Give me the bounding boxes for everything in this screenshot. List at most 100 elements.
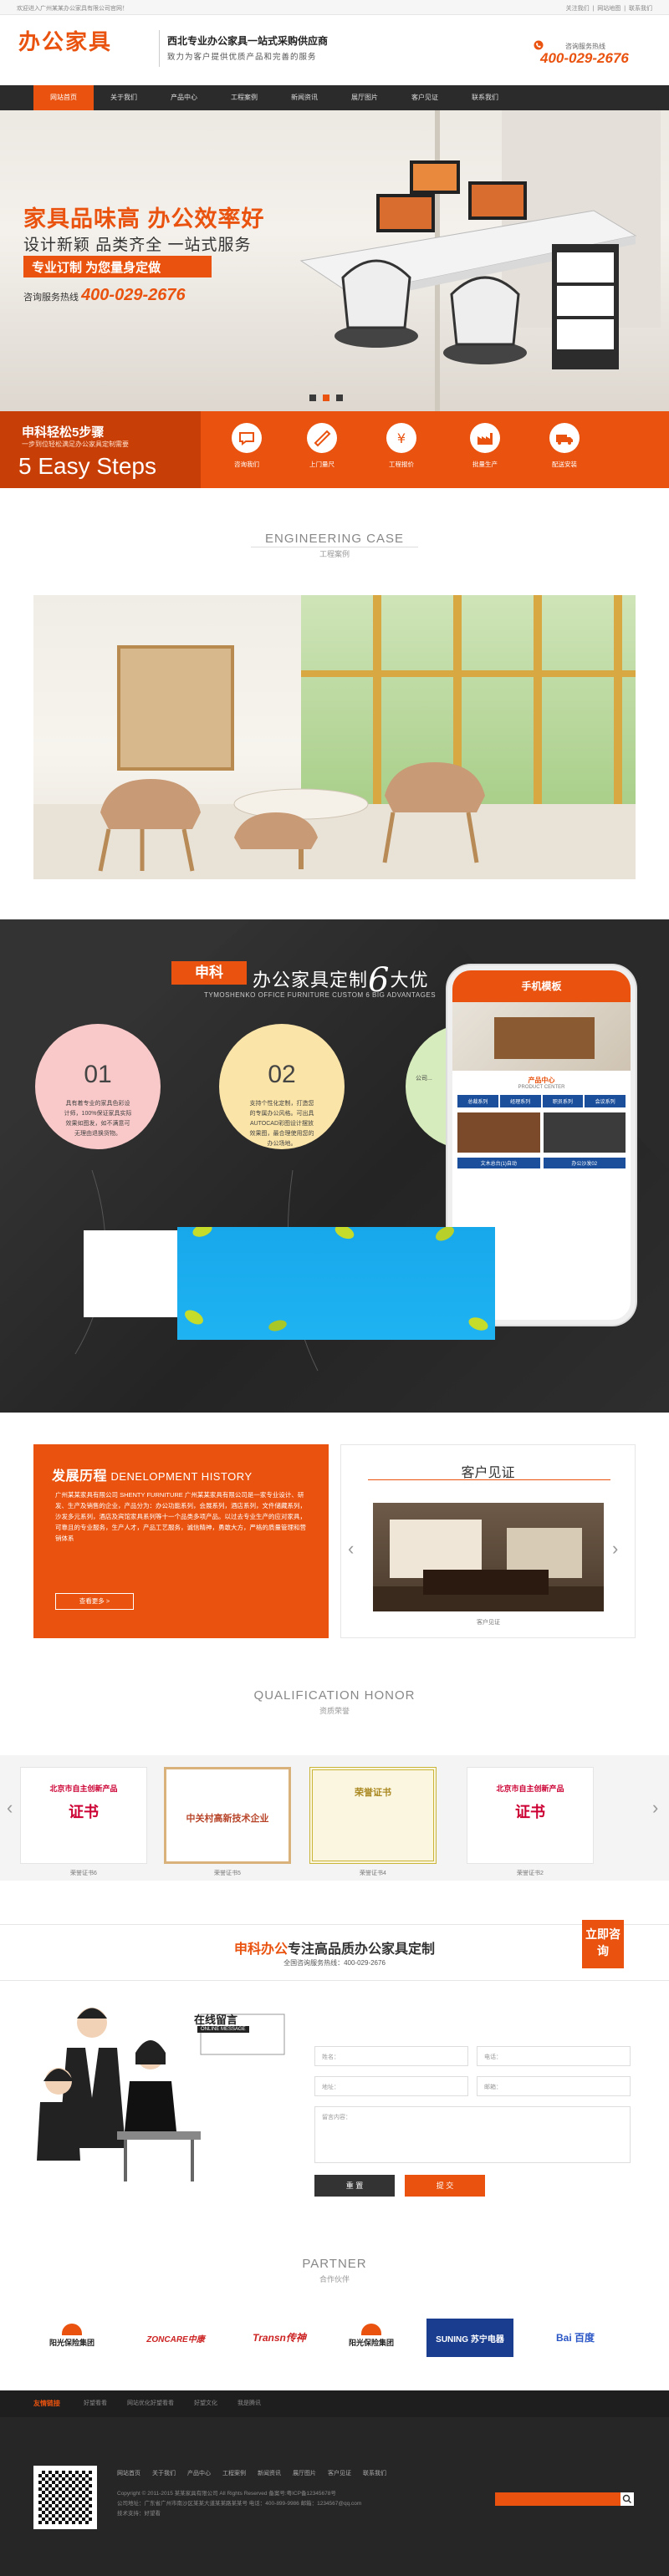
testimonial-image[interactable]: [373, 1503, 604, 1611]
advantage-number: 01: [84, 1061, 112, 1088]
honor-cert[interactable]: 中关村高新技术企业: [164, 1767, 291, 1864]
partner-name: Bai 百度: [555, 2332, 595, 2344]
nav-showroom[interactable]: 展厅图片: [334, 85, 395, 110]
nav-products[interactable]: 产品中心: [154, 85, 214, 110]
partner-name: ZONCARE中康: [146, 2335, 205, 2344]
prev-arrow-icon[interactable]: ‹: [348, 1538, 354, 1560]
qr-pattern: [38, 2471, 92, 2524]
step-measure[interactable]: 上门量尺: [289, 423, 355, 469]
mobile-captions-row: 文木总台(1)自动 办公沙发02: [452, 1158, 631, 1168]
mobile-tab[interactable]: 经理系列: [499, 1095, 541, 1107]
friend-link[interactable]: 好望文化: [194, 2399, 217, 2407]
qr-code: [33, 2466, 97, 2529]
honor-cert[interactable]: 北京市自主创新产品 证书: [467, 1767, 594, 1864]
nav-news[interactable]: 新闻资讯: [274, 85, 334, 110]
site-logo[interactable]: 办公家具: [18, 25, 112, 56]
footer-support: 技术支持：好望看: [117, 2511, 161, 2517]
cert-header: 北京市自主创新产品: [496, 1784, 564, 1793]
top-links[interactable]: 关注我们 | 网站地图 | 联系我们: [566, 4, 652, 13]
name-field[interactable]: 姓名：: [314, 2046, 468, 2066]
partner-title-cn: 合作伙伴: [319, 2275, 350, 2283]
truck-icon: [549, 423, 580, 453]
step-consult[interactable]: 咨询我们: [213, 423, 280, 469]
business-people-illustration: [37, 2008, 285, 2181]
history-desc: 广州某某家具有限公司 SHENTY FURNITURE 广州某某家具有限公司是一…: [55, 1491, 306, 1542]
mobile-product-image[interactable]: [457, 1112, 540, 1153]
consult-stamp[interactable]: 立即咨询: [582, 1920, 624, 1968]
footer-nav-item[interactable]: 新闻资讯: [258, 2469, 281, 2477]
message-sign-en: ONLINE MESSAGE: [197, 2026, 249, 2033]
mobile-tab[interactable]: 会议系列: [585, 1095, 626, 1107]
submit-button[interactable]: 提 交: [405, 2175, 485, 2197]
honor-prev-icon[interactable]: ‹: [7, 1797, 13, 1819]
step-label: 工程报价: [389, 461, 414, 468]
nav-contact[interactable]: 联系我们: [455, 85, 515, 110]
custom-hotline-label: 全国咨询服务热线：: [283, 1959, 345, 1967]
footer-nav-item[interactable]: 产品中心: [187, 2469, 211, 2477]
partner-name: SUNING 苏宁电器: [436, 2335, 504, 2344]
partner-logo[interactable]: SUNING 苏宁电器: [426, 2319, 513, 2357]
partner-logo[interactable]: ZONCARE中康: [125, 2319, 226, 2357]
message-sign: 在线留言: [194, 2014, 238, 2027]
nav-testimonials[interactable]: 客户见证: [395, 85, 455, 110]
case-image[interactable]: [33, 595, 636, 879]
step-quote[interactable]: ¥ 工程报价: [368, 423, 435, 469]
mobile-tab[interactable]: 总裁系列: [457, 1095, 498, 1107]
partner-logo[interactable]: Transn传神: [229, 2319, 329, 2357]
slider-dot-active[interactable]: [323, 395, 329, 401]
friend-link[interactable]: 我是腾讯: [237, 2399, 261, 2407]
partner-name: Transn传神: [253, 2332, 306, 2344]
friend-link[interactable]: 好望看看: [84, 2399, 107, 2407]
mobile-tabs: 总裁系列 经理系列 职员系列 会议系列: [452, 1090, 631, 1107]
footer-nav-item[interactable]: 联系我们: [363, 2469, 386, 2477]
email-field[interactable]: 邮箱：: [477, 2076, 631, 2096]
search-icon: [622, 2494, 632, 2504]
honor-next-icon[interactable]: ›: [652, 1797, 658, 1819]
svg-text:¥: ¥: [397, 430, 406, 446]
mobile-products-row: [452, 1107, 631, 1158]
footer-nav-item[interactable]: 网站首页: [117, 2469, 140, 2477]
nav-home[interactable]: 网站首页: [33, 85, 94, 110]
factory-icon: [470, 423, 500, 453]
footer-nav-item[interactable]: 客户见证: [328, 2469, 351, 2477]
nav-about[interactable]: 关于我们: [94, 85, 154, 110]
address-field[interactable]: 地址：: [314, 2076, 468, 2096]
footer-nav-item[interactable]: 工程案例: [222, 2469, 246, 2477]
step-label: 咨询我们: [234, 461, 259, 468]
hero-banner: 家具品味高 办公效率好 设计新颖 品类齐全 一站式服务 专业订制 为您量身定做 …: [0, 110, 669, 411]
cert-caption: 荣誉证书6: [70, 1871, 97, 1876]
partner-logo[interactable]: 阳光保险集团: [22, 2319, 122, 2357]
custom-brand: 申科办公: [233, 1942, 288, 1957]
footer-nav-item[interactable]: 展厅图片: [293, 2469, 316, 2477]
mobile-product-image[interactable]: [543, 1112, 626, 1153]
overlay-ad-banner[interactable]: [177, 1227, 495, 1340]
footer-search-button[interactable]: [620, 2492, 634, 2506]
slider-dot[interactable]: [309, 395, 316, 401]
step-label: 配送安装: [552, 461, 577, 468]
phone-field[interactable]: 电话：: [477, 2046, 631, 2066]
footer-links-title: 友情链接: [33, 2400, 60, 2407]
message-textarea[interactable]: 留言内容：: [314, 2106, 631, 2163]
next-arrow-icon[interactable]: ›: [612, 1538, 618, 1560]
mobile-tab[interactable]: 职员系列: [542, 1095, 584, 1107]
slider-dot[interactable]: [336, 395, 343, 401]
office-desk-illustration: [299, 160, 637, 369]
advantages-title-end: 大优: [390, 970, 429, 990]
partner-logo[interactable]: Bai 百度: [525, 2319, 626, 2357]
friend-link[interactable]: 网站优化好望看看: [127, 2399, 174, 2407]
footer-nav-item[interactable]: 关于我们: [152, 2469, 176, 2477]
partner-logo[interactable]: 阳光保险集团: [321, 2319, 421, 2357]
step-label: 批量生产: [472, 461, 498, 468]
honor-cert[interactable]: 荣誉证书: [309, 1767, 437, 1864]
desk: [423, 1570, 549, 1595]
step-deliver[interactable]: 配送安装: [531, 423, 598, 469]
history-more-button[interactable]: 查看更多 >: [55, 1593, 134, 1610]
footer-search-input[interactable]: [495, 2492, 620, 2506]
nav-cases[interactable]: 工程案例: [214, 85, 274, 110]
footer-company: 公司地址：广东省广州市南沙区某某大道某某路某某号 电话：400-899-9986…: [117, 2501, 362, 2507]
reset-button[interactable]: 重 置: [314, 2175, 395, 2197]
step-produce[interactable]: 批量生产: [452, 423, 518, 469]
advantages-brand: 申科: [171, 961, 247, 985]
advantages-subtitle: TYMOSHENKO OFFICE FURNITURE CUSTOM 6 BIG…: [204, 991, 437, 999]
honor-cert[interactable]: 北京市自主创新产品 证书: [20, 1767, 147, 1864]
